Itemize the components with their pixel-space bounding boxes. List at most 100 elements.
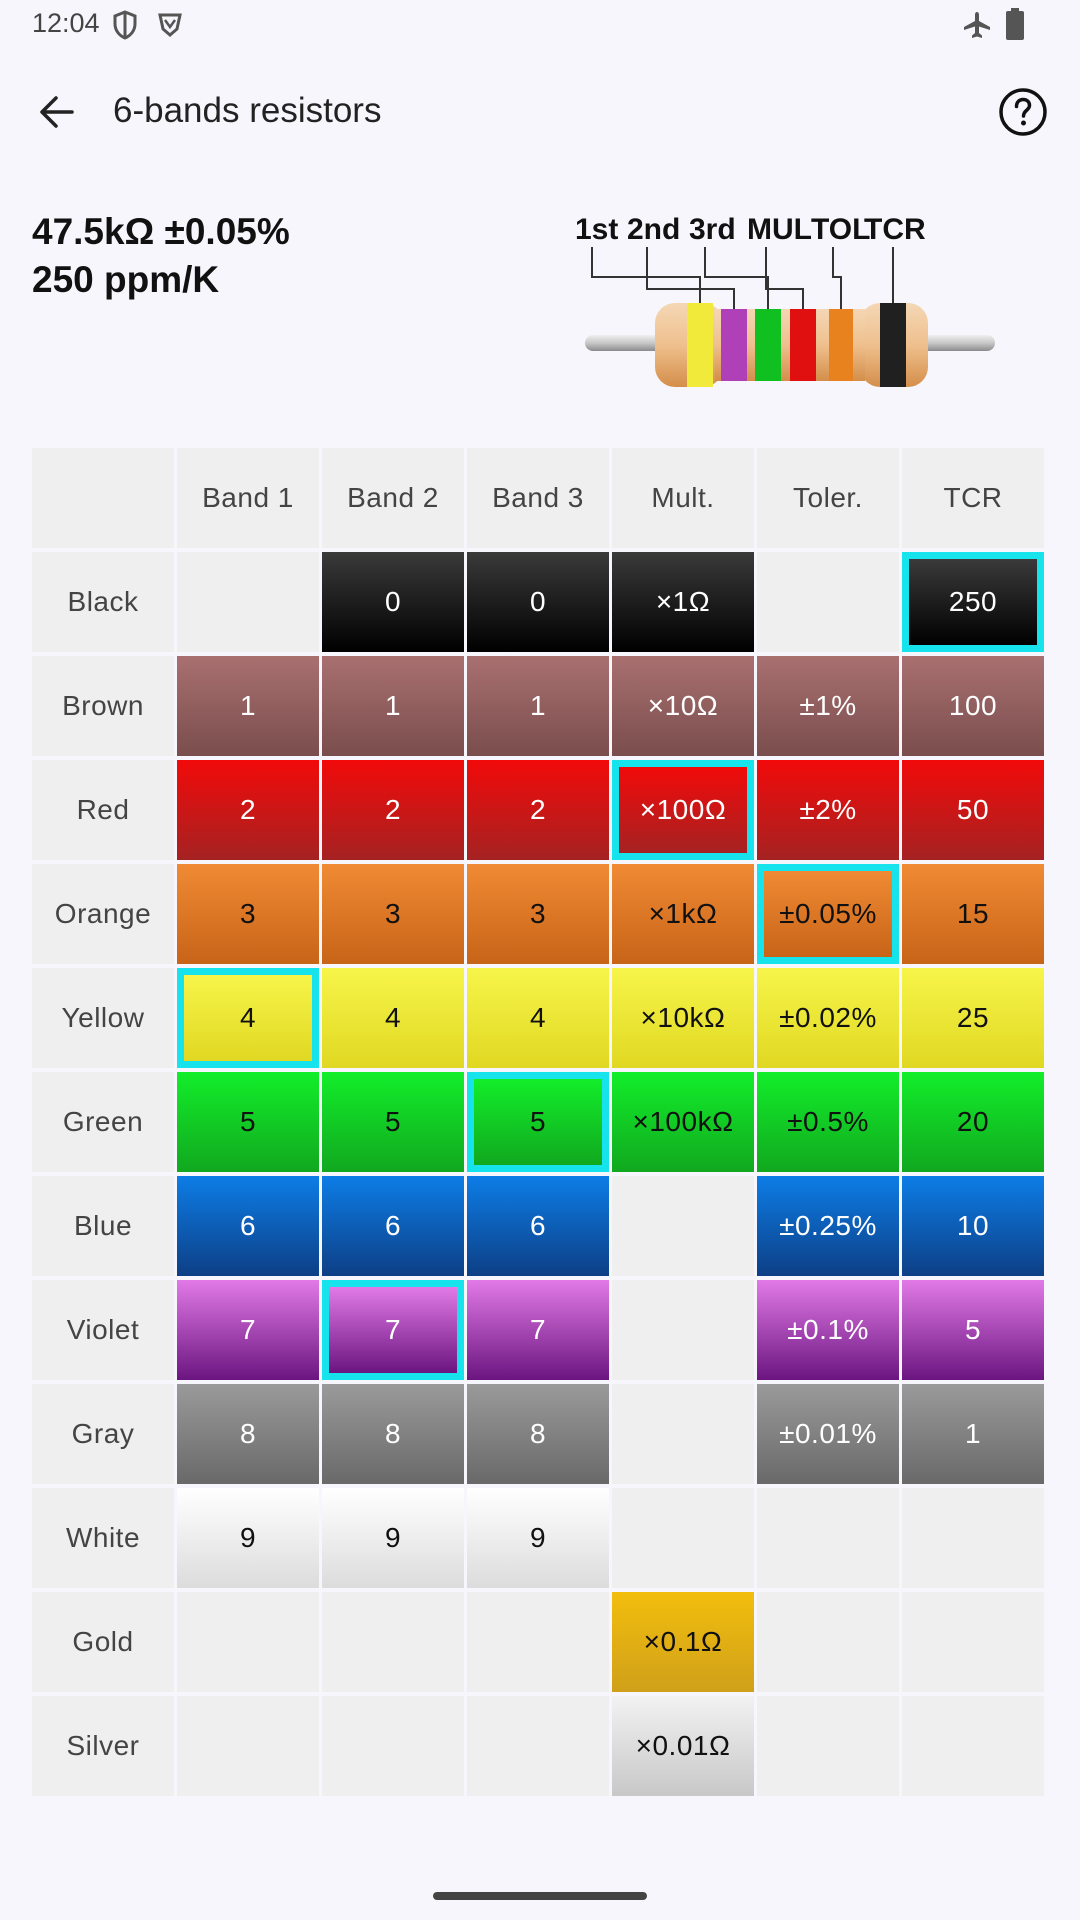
- diagram-label-tcr: TCR: [864, 213, 926, 246]
- color-option-band-2-black[interactable]: 0: [322, 552, 464, 652]
- color-option-tcr-orange[interactable]: 15: [902, 864, 1044, 964]
- back-button[interactable]: [30, 86, 82, 138]
- color-option-band-3-black[interactable]: 0: [467, 552, 609, 652]
- color-option-band-2-white[interactable]: 9: [322, 1488, 464, 1588]
- color-option-band-3-brown[interactable]: 1: [467, 656, 609, 756]
- color-option-tolerance-yellow[interactable]: ±0.02%: [757, 968, 899, 1068]
- color-option-band-2-violet[interactable]: 7: [322, 1280, 464, 1380]
- color-option-band-1-brown[interactable]: 1: [177, 656, 319, 756]
- color-option-band-3-violet[interactable]: 7: [467, 1280, 609, 1380]
- empty-cell: [177, 1696, 319, 1796]
- color-option-tcr-green[interactable]: 20: [902, 1072, 1044, 1172]
- color-option-multiplier-green[interactable]: ×100kΩ: [612, 1072, 754, 1172]
- color-option-band-3-orange[interactable]: 3: [467, 864, 609, 964]
- resistance-value: 47.5kΩ ±0.05%: [32, 211, 290, 252]
- column-header-band-2: Band 2: [322, 448, 464, 548]
- color-option-band-1-green[interactable]: 5: [177, 1072, 319, 1172]
- color-option-band-3-blue[interactable]: 6: [467, 1176, 609, 1276]
- row-label-violet: Violet: [32, 1280, 174, 1380]
- empty-cell: [757, 1696, 899, 1796]
- color-code-table: Band 1 Band 2 Band 3 Mult. Toler. TCR Black 0 0 ×…: [32, 448, 1046, 1796]
- empty-cell: [757, 552, 899, 652]
- row-label-white: White: [32, 1488, 174, 1588]
- resistance-result: 47.5kΩ ±0.05% 250 ppm/K: [32, 208, 290, 304]
- color-option-tolerance-blue[interactable]: ±0.25%: [757, 1176, 899, 1276]
- status-time: 12:04: [32, 8, 100, 38]
- column-header-multiplier: Mult.: [612, 448, 754, 548]
- diagram-leader-line: [765, 247, 804, 309]
- app-bar: 6-bands resistors: [0, 60, 1080, 170]
- color-option-multiplier-brown[interactable]: ×10Ω: [612, 656, 754, 756]
- color-option-multiplier-gold[interactable]: ×0.1Ω: [612, 1592, 754, 1692]
- diagram-tcr-band: [880, 303, 906, 387]
- shield-icon: [112, 10, 138, 45]
- color-option-band-1-orange[interactable]: 3: [177, 864, 319, 964]
- color-option-tcr-red[interactable]: 50: [902, 760, 1044, 860]
- row-label-brown: Brown: [32, 656, 174, 756]
- color-option-band-2-yellow[interactable]: 4: [322, 968, 464, 1068]
- help-icon: [999, 88, 1047, 136]
- resistor-diagram: 1st 2nd 3rd MUL TOLTCR: [575, 213, 995, 387]
- color-option-band-1-blue[interactable]: 6: [177, 1176, 319, 1276]
- row-label-gold: Gold: [32, 1592, 174, 1692]
- color-option-tcr-brown[interactable]: 100: [902, 656, 1044, 756]
- empty-cell: [467, 1696, 609, 1796]
- color-option-tcr-violet[interactable]: 5: [902, 1280, 1044, 1380]
- color-option-band-1-white[interactable]: 9: [177, 1488, 319, 1588]
- color-option-tcr-black[interactable]: 250: [902, 552, 1044, 652]
- row-label-orange: Orange: [32, 864, 174, 964]
- empty-cell: [757, 1592, 899, 1692]
- color-option-band-1-violet[interactable]: 7: [177, 1280, 319, 1380]
- row-label-yellow: Yellow: [32, 968, 174, 1068]
- help-button[interactable]: [998, 87, 1048, 137]
- color-option-band-3-gray[interactable]: 8: [467, 1384, 609, 1484]
- color-option-band-2-blue[interactable]: 6: [322, 1176, 464, 1276]
- color-option-multiplier-yellow[interactable]: ×10kΩ: [612, 968, 754, 1068]
- color-option-band-1-red[interactable]: 2: [177, 760, 319, 860]
- empty-cell: [612, 1280, 754, 1380]
- diagram-label-1st: 1st: [575, 213, 618, 246]
- color-option-tolerance-red[interactable]: ±2%: [757, 760, 899, 860]
- color-option-band-2-orange[interactable]: 3: [322, 864, 464, 964]
- color-option-tcr-gray[interactable]: 1: [902, 1384, 1044, 1484]
- color-option-band-2-gray[interactable]: 8: [322, 1384, 464, 1484]
- empty-cell: [902, 1488, 1044, 1588]
- row-label-green: Green: [32, 1072, 174, 1172]
- column-header-tolerance: Toler.: [757, 448, 899, 548]
- empty-cell: [902, 1592, 1044, 1692]
- color-option-tcr-yellow[interactable]: 25: [902, 968, 1044, 1068]
- diagram-multiplier-band: [790, 309, 816, 381]
- color-option-tolerance-brown[interactable]: ±1%: [757, 656, 899, 756]
- color-option-tolerance-violet[interactable]: ±0.1%: [757, 1280, 899, 1380]
- empty-cell: [612, 1176, 754, 1276]
- battery-icon: [1005, 8, 1025, 45]
- color-option-band-1-gray[interactable]: 8: [177, 1384, 319, 1484]
- color-option-tolerance-orange[interactable]: ±0.05%: [757, 864, 899, 964]
- color-option-tolerance-green[interactable]: ±0.5%: [757, 1072, 899, 1172]
- color-option-band-2-brown[interactable]: 1: [322, 656, 464, 756]
- color-option-tcr-blue[interactable]: 10: [902, 1176, 1044, 1276]
- empty-cell: [322, 1696, 464, 1796]
- color-option-band-3-yellow[interactable]: 4: [467, 968, 609, 1068]
- empty-cell: [177, 552, 319, 652]
- color-option-multiplier-black[interactable]: ×1Ω: [612, 552, 754, 652]
- color-option-band-3-white[interactable]: 9: [467, 1488, 609, 1588]
- color-option-band-2-green[interactable]: 5: [322, 1072, 464, 1172]
- row-label-red: Red: [32, 760, 174, 860]
- color-option-multiplier-red[interactable]: ×100Ω: [612, 760, 754, 860]
- color-option-band-3-green[interactable]: 5: [467, 1072, 609, 1172]
- row-label-blue: Blue: [32, 1176, 174, 1276]
- empty-cell: [467, 1592, 609, 1692]
- color-option-band-2-red[interactable]: 2: [322, 760, 464, 860]
- color-option-band-1-yellow[interactable]: 4: [177, 968, 319, 1068]
- gesture-nav-bar[interactable]: [433, 1892, 647, 1900]
- row-label-black: Black: [32, 552, 174, 652]
- color-option-multiplier-orange[interactable]: ×1kΩ: [612, 864, 754, 964]
- diagram-tolerance-band: [829, 309, 853, 381]
- diagram-label-3rd: 3rd: [689, 213, 736, 246]
- color-option-tolerance-gray[interactable]: ±0.01%: [757, 1384, 899, 1484]
- row-label-silver: Silver: [32, 1696, 174, 1796]
- empty-cell: [902, 1696, 1044, 1796]
- color-option-multiplier-silver[interactable]: ×0.01Ω: [612, 1696, 754, 1796]
- color-option-band-3-red[interactable]: 2: [467, 760, 609, 860]
